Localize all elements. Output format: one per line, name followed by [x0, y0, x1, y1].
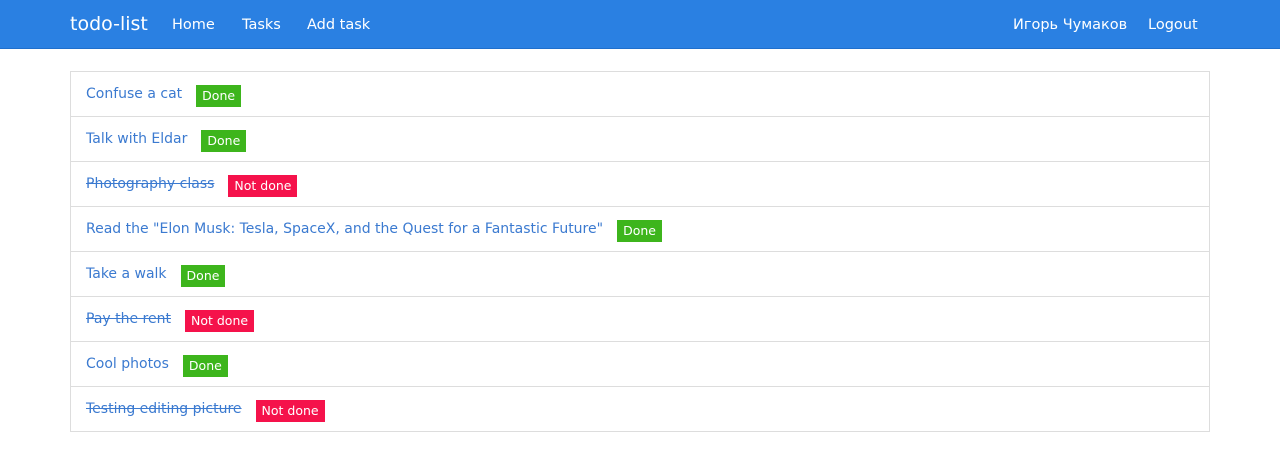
task-title-link[interactable]: Cool photos [86, 356, 169, 372]
task-title-link[interactable]: Confuse a cat [86, 86, 182, 102]
task-title-link[interactable]: Testing editing picture [86, 401, 242, 417]
task-title-link[interactable]: Pay the rent [86, 311, 171, 327]
navbar: todo-list Home Tasks Add task Игорь Чума… [0, 0, 1280, 49]
status-badge: Not done [184, 309, 255, 332]
nav-add-task-link[interactable]: Add task [307, 15, 370, 35]
status-badge: Not done [228, 174, 298, 197]
task-list: Confuse a cat Done Talk with Eldar Done … [70, 71, 1210, 432]
task-title-link[interactable]: Talk with Eldar [86, 131, 187, 147]
task-row: Take a walk Done [71, 252, 1209, 297]
task-title-link[interactable]: Read the "Elon Musk: Tesla, SpaceX, and … [86, 221, 603, 237]
task-title-link[interactable]: Take a walk [86, 266, 167, 282]
status-badge: Done [180, 264, 226, 287]
status-badge: Done [201, 129, 247, 152]
nav-logout-link[interactable]: Logout [1148, 15, 1198, 35]
task-row: Photography class Not done [71, 162, 1209, 207]
task-title-link[interactable]: Photography class [86, 176, 214, 192]
status-badge: Done [182, 354, 228, 377]
task-row: Pay the rent Not done [71, 297, 1209, 342]
status-badge: Done [617, 219, 662, 242]
nav-tasks-link[interactable]: Tasks [242, 15, 281, 35]
task-row: Confuse a cat Done [71, 72, 1209, 117]
status-badge: Done [196, 84, 242, 107]
task-row: Testing editing picture Not done [71, 387, 1209, 431]
nav-user-link[interactable]: Игорь Чумаков [1013, 15, 1127, 35]
task-row: Cool photos Done [71, 342, 1209, 387]
nav-home-link[interactable]: Home [172, 15, 215, 35]
task-row: Read the "Elon Musk: Tesla, SpaceX, and … [71, 207, 1209, 252]
status-badge: Not done [255, 399, 325, 422]
brand-link[interactable]: todo-list [70, 13, 148, 35]
task-row: Talk with Eldar Done [71, 117, 1209, 162]
